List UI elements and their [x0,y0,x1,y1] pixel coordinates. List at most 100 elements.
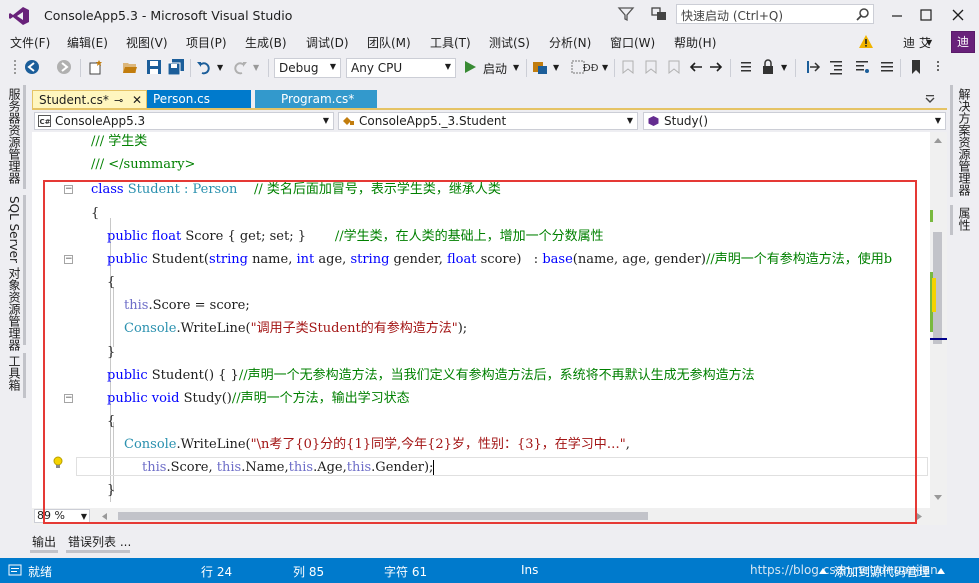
menu-project[interactable]: 项目(P) [186,34,227,51]
outdent-icon[interactable] [854,59,870,75]
tab-person-cs[interactable]: Person.cs [147,90,251,110]
save-icon[interactable] [146,59,162,75]
platform-value: Any CPU [351,61,403,75]
configuration-value: Debug [279,61,319,75]
chevron-down-icon: ▼ [934,116,941,125]
error-list-tab[interactable]: 错误列表 ... [68,533,131,550]
chevron-down-icon: ▼ [444,62,451,71]
menu-tools[interactable]: 工具(T) [430,34,471,51]
tab-indicator [30,550,58,553]
solution-explorer-tab[interactable]: 解决方案资源管理器 [956,88,973,196]
feedback-icon[interactable] [649,5,669,23]
member-select[interactable]: Study() ▼ [643,112,946,130]
menu-view[interactable]: 视图(V) [126,34,168,51]
solution-platform-select[interactable]: Any CPU ▼ [346,58,456,78]
csharp-project-icon: C# [38,115,51,127]
caret-position-marker [930,338,947,340]
browse-icon[interactable]: ÐÐ [583,59,599,75]
left-tool-window-tabs: 服务器资源管理器 SQL Server 对象资源管理器 工具箱 [0,83,27,556]
minimize-icon[interactable] [885,4,909,26]
visual-studio-logo-icon [9,7,29,25]
list-icon[interactable] [879,59,895,75]
indent-icon[interactable] [828,59,844,75]
start-button[interactable]: 启动 [483,60,507,77]
avatar[interactable]: 迪 [951,31,975,53]
tab-student-cs[interactable]: Student.cs* ⊸ ✕ [32,90,147,110]
scroll-up-icon[interactable] [933,136,943,144]
menu-analyze[interactable]: 分析(N) [549,34,591,51]
save-all-icon[interactable] [168,59,184,75]
type-name: ConsoleApp5._3.Student [359,114,507,128]
status-state: 就绪 [28,565,53,579]
redo-icon[interactable] [232,59,248,75]
start-debugging-icon[interactable] [462,59,478,75]
menu-team[interactable]: 团队(M) [367,34,411,51]
menu-edit[interactable]: 编辑(E) [67,34,108,51]
toolbox-tab[interactable]: 工具箱 [6,355,23,391]
toolbar-overflow-icon[interactable] [930,59,946,75]
menu-build[interactable]: 生成(B) [245,34,287,51]
bookmark-previous-icon[interactable] [643,59,659,75]
vertical-scrollbar[interactable] [930,132,947,508]
close-icon[interactable] [946,4,970,26]
new-project-icon[interactable] [88,59,104,75]
navigate-forward-icon[interactable] [56,59,72,75]
scroll-down-icon[interactable] [933,494,943,502]
chevron-down-icon[interactable]: ▼ [926,38,932,47]
drag-handle-icon[interactable] [8,59,24,75]
step-into-icon[interactable] [805,59,821,75]
bookmark-next-icon[interactable] [666,59,682,75]
quick-launch-input[interactable]: 快速启动 (Ctrl+Q) [676,4,874,24]
tab-label: Student.cs* [39,93,109,107]
navigate-back-icon[interactable] [24,59,40,75]
svg-text:ÐÐ: ÐÐ [583,63,599,74]
scroll-right-icon[interactable] [916,512,924,521]
bookmark-toggle-icon[interactable] [620,59,636,75]
project-name: ConsoleApp5.3 [55,114,146,128]
add-to-source-control[interactable]: 添加到源代码管理 [834,563,930,580]
status-column: 列 85 [293,565,325,579]
maximize-icon[interactable] [914,4,938,26]
tab-program-cs[interactable]: Program.cs* [255,90,377,110]
chevron-down-icon: ▼ [329,62,336,71]
menu-help[interactable]: 帮助(H) [674,34,716,51]
publish-icon[interactable] [532,59,548,75]
menu-file[interactable]: 文件(F) [10,34,50,51]
status-bar: 就绪 行 24 列 85 字符 61 Ins https://blog.csdn… [0,558,979,583]
code-line-2: /// </summary> [91,157,196,172]
warning-icon[interactable] [858,34,874,49]
arrow-left-icon[interactable] [688,59,704,75]
menu-debug[interactable]: 调试(D) [306,34,349,51]
undo-icon[interactable] [196,59,212,75]
menu-test[interactable]: 测试(S) [489,34,530,51]
lock-icon[interactable] [760,59,776,75]
notification-filter-icon[interactable] [617,5,635,23]
tab-indicator [66,550,130,553]
code-line-1: /// 学生类 [91,134,148,149]
output-tab[interactable]: 输出 [32,533,56,550]
arrow-up-icon[interactable] [818,566,828,575]
bottom-panel-tabs: 输出 错误列表 ... [0,527,979,557]
search-icon[interactable] [856,7,870,21]
status-row: 行 24 [201,565,233,579]
chevron-up-icon[interactable] [936,566,946,575]
highlight-annotation-box [43,180,917,524]
sql-object-explorer-tab[interactable]: SQL Server 对象资源管理器 [6,196,23,351]
properties-tab[interactable]: 属性 [956,207,973,231]
solution-configuration-select[interactable]: Debug ▼ [274,58,341,78]
server-explorer-tab[interactable]: 服务器资源管理器 [6,88,23,184]
menu-window[interactable]: 窗口(W) [610,34,655,51]
method-icon [647,115,660,127]
bookmark-icon[interactable] [908,59,924,75]
tab-overflow-icon[interactable] [923,93,937,107]
type-select[interactable]: ConsoleApp5._3.Student ▼ [338,112,638,130]
comment-lines-icon[interactable] [738,59,754,75]
open-file-icon[interactable] [122,59,138,75]
navigation-bar: C# ConsoleApp5.3 ▼ ConsoleApp5._3.Student… [32,110,947,132]
standard-toolbar: ▼ ▼ Debug ▼ Any CPU ▼ 启动 ▼ ▼ ÐÐ ▼ ▼ [0,53,979,83]
change-marker [930,210,933,222]
project-select[interactable]: C# ConsoleApp5.3 ▼ [34,112,334,130]
arrow-right-icon[interactable] [708,59,724,75]
svg-text:C#: C# [40,118,51,126]
chevron-down-icon: ▼ [322,116,329,125]
